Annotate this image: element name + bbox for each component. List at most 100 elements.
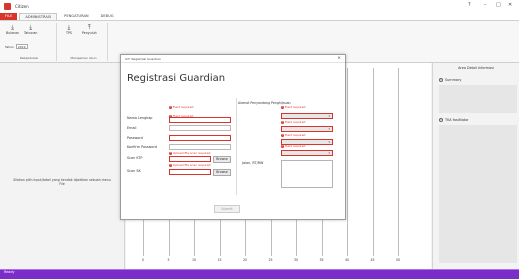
ribbon-tab-bar: FILE ADMINISTRASI PENGATURAN DEBUG — [0, 12, 519, 21]
dialog-close-icon[interactable]: × — [337, 56, 341, 61]
password-input[interactable] — [169, 135, 231, 141]
x-tick-label: 5 — [167, 258, 170, 262]
tahun-select[interactable]: 2019 — [15, 44, 28, 49]
status-accent — [0, 269, 519, 270]
kabupaten-error: ! Field required — [281, 120, 305, 124]
nama-error: ! Field required — [169, 105, 193, 109]
tab-file[interactable]: FILE — [0, 13, 18, 20]
right-panel-title: Area Detail Informasi — [458, 66, 494, 70]
tahun-label: Tahun — [5, 44, 14, 49]
konfirmasi-label: Konfirm Password — [127, 145, 157, 149]
summary-header[interactable]: › Summary — [439, 78, 461, 82]
error-text: Field required — [285, 144, 306, 148]
app-title: Citizen — [15, 3, 29, 9]
error-text: Field required — [173, 105, 194, 109]
tahun-row: Tahun 2019 — [5, 44, 28, 49]
error-icon: ! — [281, 144, 284, 148]
summary-label: Summary — [445, 78, 462, 82]
tab-debug[interactable]: DEBUG — [96, 13, 119, 20]
sk-error: ! Upload file scan required — [169, 163, 210, 167]
group-label: Rekapitulasi — [19, 56, 39, 60]
ktp-error: ! Upload file scan required — [169, 151, 210, 155]
x-tick-label: 10 — [191, 258, 197, 262]
sk-input[interactable] — [169, 169, 211, 175]
error-icon: ! — [281, 120, 284, 124]
x-tick-label: 0 — [141, 258, 145, 262]
tka-label: TKA fasilitator — [445, 118, 469, 122]
grid-line — [372, 68, 374, 256]
bulanan-button[interactable]: ⤓ Bulanan — [6, 25, 20, 36]
error-text: Field required — [285, 105, 306, 109]
x-tick-label: 50 — [395, 258, 401, 262]
email-label: Email — [127, 126, 137, 130]
status-bar: Ready — [0, 269, 519, 279]
tps-button[interactable]: ⤓ TPS — [66, 25, 72, 36]
error-text: Field required — [285, 133, 306, 137]
jalan-textarea[interactable] — [281, 160, 333, 188]
error-text: Upload file scan required — [173, 151, 211, 155]
group-manajemen-akun: ⤓ TPS ⤒ Penyuluh Manajemen Akun — [60, 23, 108, 61]
kecamatan-error: ! Field required — [281, 133, 305, 137]
error-icon: ! — [169, 163, 172, 167]
right-panel: Area Detail Informasi › Summary › TKA fa… — [432, 63, 519, 269]
tahunan-button[interactable]: ⤓ Tahunan — [24, 25, 38, 36]
x-tick-label: 35 — [319, 258, 324, 262]
tahunan-label: Tahunan — [24, 31, 38, 35]
grid-line — [347, 68, 348, 256]
error-icon: ! — [281, 133, 284, 137]
bulanan-label: Bulanan — [6, 31, 20, 35]
sk-label: Scan SK — [127, 169, 141, 173]
x-tick-label: 40 — [344, 258, 350, 262]
help-icon[interactable]: ? — [468, 2, 471, 8]
provinsi-error: ! Field required — [281, 105, 305, 109]
submit-button[interactable]: Submit — [214, 205, 240, 213]
ktp-browse-button[interactable]: Browse — [213, 156, 231, 163]
tab-pengaturan[interactable]: PENGATURAN — [59, 13, 93, 20]
status-text: Ready — [4, 270, 15, 274]
kelurahan-error: ! Field required — [281, 144, 305, 148]
penyuluh-label: Penyuluh — [82, 31, 97, 35]
maximize-button[interactable]: □ — [496, 2, 501, 8]
expand-icon: › — [439, 78, 443, 82]
dialog-heading: Registrasi Guardian — [127, 73, 226, 84]
group-label: Manajemen Akun — [70, 56, 97, 60]
chevron-down-icon: ▾ — [328, 140, 330, 144]
ktp-label: Scan KTP — [127, 156, 143, 160]
left-panel-message: Silakan pilih input/tabel yang hendak di… — [13, 178, 111, 186]
left-panel: Silakan pilih input/tabel yang hendak di… — [0, 63, 125, 269]
jalan-label: Jalan, RT/RW — [242, 161, 264, 165]
error-icon: ! — [169, 151, 172, 155]
group-rekapitulasi: ⤓ Bulanan ⤓ Tahunan Tahun 2019 Rekapitul… — [2, 23, 57, 61]
email-input[interactable] — [169, 125, 231, 131]
tka-box — [439, 125, 517, 263]
nama-input[interactable] — [169, 117, 231, 123]
penyuluh-button[interactable]: ⤒ Penyuluh — [82, 25, 97, 36]
x-tick-label: 25 — [268, 258, 273, 262]
minimize-button[interactable]: – — [484, 2, 487, 8]
error-icon: ! — [169, 105, 172, 109]
title-bar: Citizen ? – □ ✕ — [0, 0, 519, 12]
provinsi-combo[interactable]: ▾ — [281, 113, 333, 119]
sk-browse-button[interactable]: Browse — [213, 169, 231, 176]
app-logo-icon — [4, 2, 11, 10]
summary-box — [439, 85, 517, 113]
ktp-input[interactable] — [169, 156, 211, 162]
kabupaten-combo[interactable]: ▾ — [281, 126, 333, 132]
dialog-titlebar: ICT: Registrasi Guardian × — [121, 55, 345, 63]
close-button[interactable]: ✕ — [508, 2, 512, 8]
error-icon: ! — [281, 105, 284, 109]
kelurahan-combo[interactable]: ▾ — [281, 150, 333, 156]
tka-header[interactable]: › TKA fasilitator — [439, 118, 469, 122]
x-tick-label: 45 — [370, 258, 375, 262]
tab-administrasi[interactable]: ADMINISTRASI — [19, 13, 58, 20]
x-tick-label: 30 — [293, 258, 299, 262]
grid-line — [398, 68, 399, 256]
tps-label: TPS — [66, 31, 72, 35]
konfirmasi-input[interactable] — [169, 144, 231, 150]
password-label: Password — [127, 136, 143, 140]
x-tick-label: 20 — [242, 258, 248, 262]
error-text: Upload file scan required — [173, 163, 211, 167]
expand-icon: › — [439, 118, 443, 122]
chevron-down-icon: ▾ — [328, 114, 330, 118]
nama-label: Nama Lengkap — [127, 116, 153, 120]
